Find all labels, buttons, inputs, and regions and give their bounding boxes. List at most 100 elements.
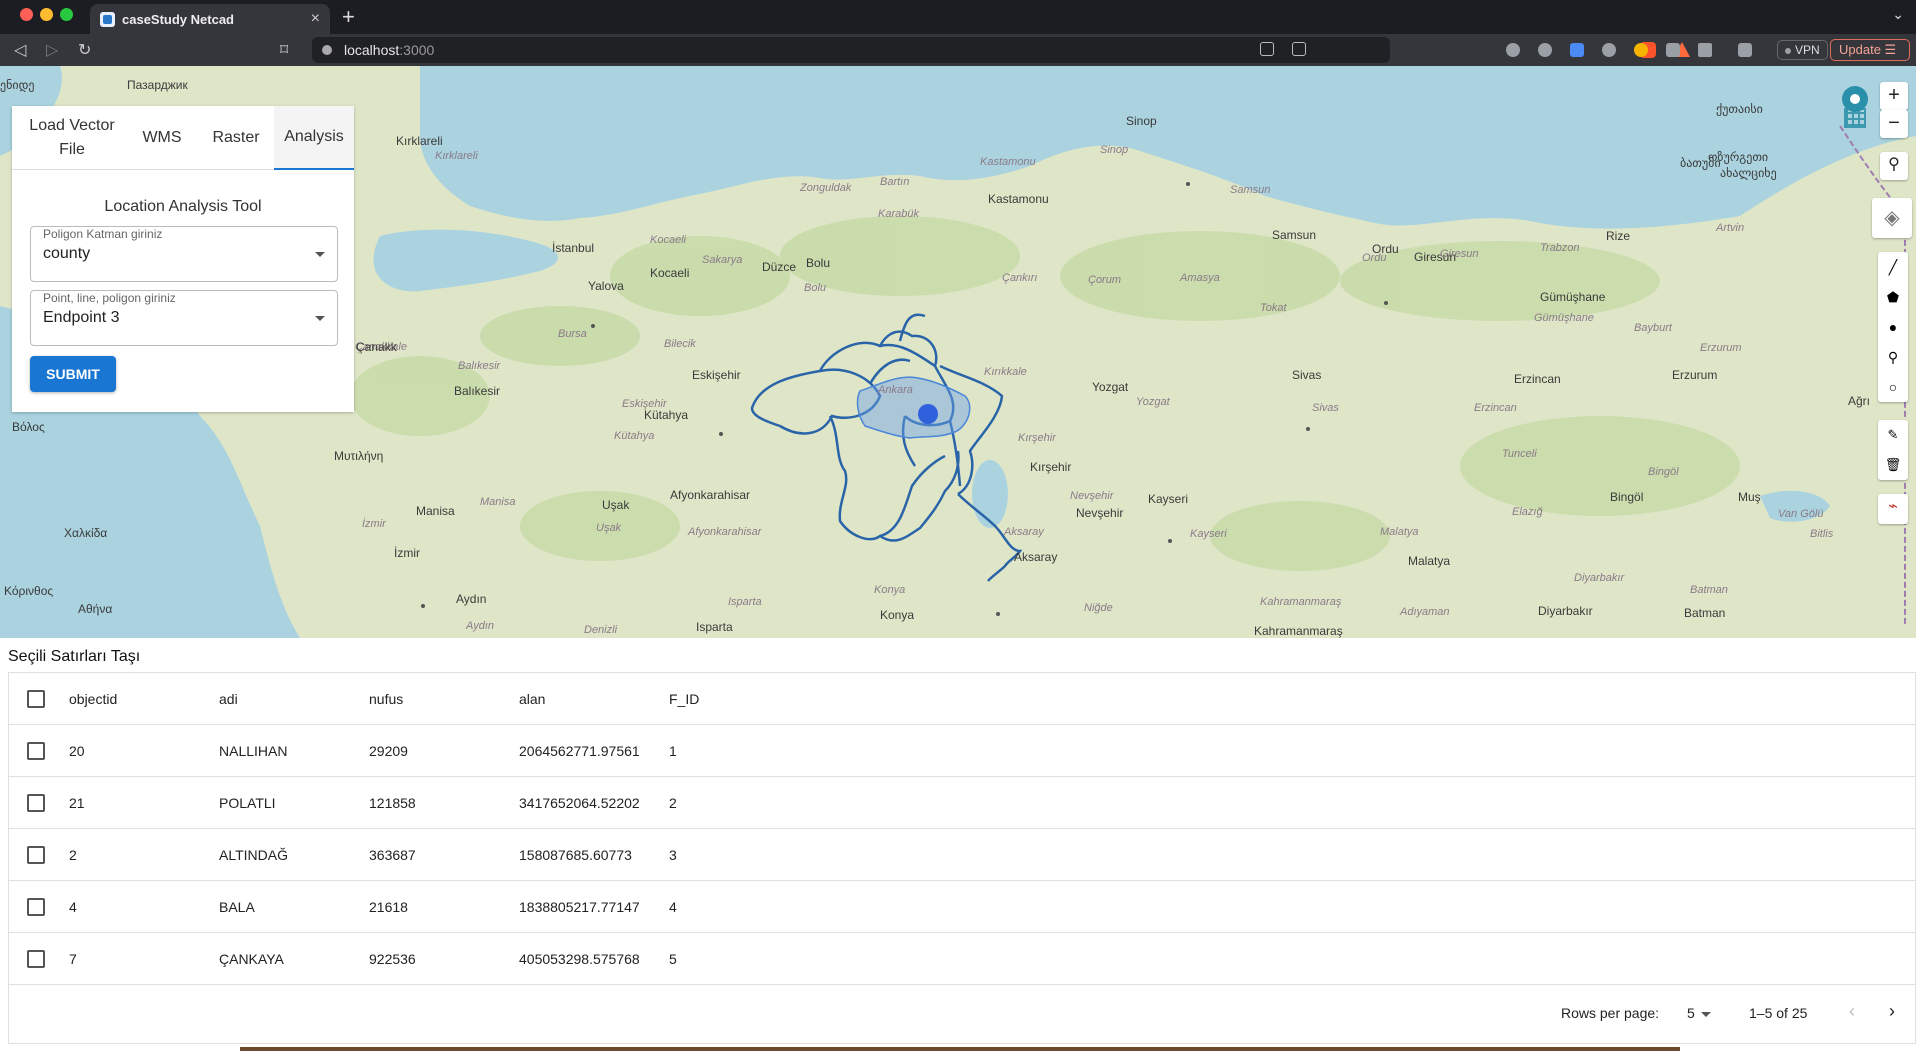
draw-polygon-icon[interactable]: ⬟ [1878,282,1908,312]
vpn-button[interactable]: VPN [1777,40,1828,60]
minimize-window-button[interactable] [40,8,53,21]
select-all-checkbox[interactable] [27,690,45,708]
submit-button[interactable]: SUBMIT [30,356,116,392]
draw-marker-icon[interactable]: ⚲ [1878,342,1908,372]
draw-line-icon[interactable]: ╱ [1878,252,1908,282]
search-icon[interactable]: ⚲ [1880,152,1908,180]
column-header[interactable]: objectid [69,691,117,707]
reload-button[interactable]: ↻ [78,40,91,60]
zoom-in-button[interactable]: + [1880,82,1908,110]
cell-fid: 5 [669,951,677,967]
layers-icon[interactable]: ◈ [1872,198,1912,238]
cell-fid: 3 [669,847,677,863]
draw-toolbar: ╱ ⬟ ● ⚲ ○ [1878,252,1908,402]
cell-adi: NALLIHAN [219,743,288,759]
tab-raster[interactable]: Raster [206,106,266,170]
cell-objectid: 2 [69,847,77,863]
site-info-icon[interactable] [322,45,332,55]
measure-icon[interactable]: ⌁ [1878,494,1908,524]
map-label: Erzurum [1672,368,1718,382]
puzzle-icon[interactable] [1666,43,1680,57]
map-label: Bingöl [1610,490,1644,504]
table-header-row: objectid adi nufus alan F_ID [9,673,1915,725]
zoom-out-button[interactable]: − [1880,110,1908,138]
row-checkbox[interactable] [27,898,45,916]
close-tab-icon[interactable]: × [311,10,320,28]
map-label: İstanbul [552,241,595,255]
column-header[interactable]: adi [219,691,238,707]
tab-load-vector-file[interactable]: Load Vector File [22,106,122,170]
table-row[interactable]: 20 NALLIHAN 29209 2064562771.97561 1 [9,725,1915,777]
table-row[interactable]: 4 BALA 21618 1838805217.77147 4 [9,881,1915,933]
table-row[interactable]: 21 POLATLI 121858 3417652064.52202 2 [9,777,1915,829]
url-text: localhost:3000 [344,42,435,58]
row-checkbox[interactable] [27,846,45,864]
row-checkbox[interactable] [27,794,45,812]
map-label: Kahramanmaraş [1260,596,1342,608]
wallet-icon[interactable] [1738,43,1752,57]
map-label: ენიდე [0,78,35,92]
grid-icon[interactable] [1844,108,1866,128]
map-label: Yalova [588,279,624,293]
new-tab-button[interactable]: + [342,4,355,30]
data-table: objectid adi nufus alan F_ID 20 NALLIHAN… [8,672,1916,1044]
row-checkbox[interactable] [27,742,45,760]
browser-tab[interactable]: caseStudy Netcad × [90,4,330,34]
extension-icon[interactable] [1538,43,1552,57]
map-label: Aksaray [1014,550,1058,564]
column-header[interactable]: alan [519,691,545,707]
draw-circle-icon[interactable]: ○ [1878,372,1908,402]
geometry-select[interactable]: Point, line, poligon giriniz Endpoint 3 [30,290,338,346]
table-row[interactable]: 2 ALTINDAĞ 363687 158087685.60773 3 [9,829,1915,881]
pagination-range: 1–5 of 25 [1749,1005,1808,1021]
favicon-icon [100,12,115,27]
map-label: Niğde [1084,602,1113,614]
row-checkbox[interactable] [27,950,45,968]
forward-button[interactable]: ▷ [46,40,58,60]
update-button[interactable]: Update ☰ [1830,39,1910,61]
next-page-button[interactable]: › [1889,1001,1895,1022]
map-label: Samsun [1272,228,1317,242]
column-header[interactable]: nufus [369,691,403,707]
sidebar-icon[interactable] [1698,43,1712,57]
delete-icon[interactable]: 🗑 [1878,450,1908,480]
extension-icon[interactable] [1634,43,1648,57]
draw-circle-marker-icon[interactable]: ● [1878,312,1908,342]
geometry-label: Point, line, poligon giriniz [43,291,176,305]
map-label: Bartın [880,176,910,188]
cell-nufus: 363687 [369,847,416,863]
share-icon[interactable] [1292,42,1306,56]
back-button[interactable]: ◁ [14,40,26,60]
map-label: Yozgat [1136,396,1170,408]
tab-analysis[interactable]: Analysis [274,106,354,170]
chevron-down-icon[interactable] [1701,1012,1711,1017]
close-window-button[interactable] [20,8,33,21]
tab-wms[interactable]: WMS [134,106,190,170]
map-label: Kastamonu [980,156,1036,168]
polygon-layer-select[interactable]: Poligon Katman giriniz county [30,226,338,282]
translate-icon[interactable] [1570,43,1584,57]
cell-fid: 4 [669,899,677,915]
scrollbar[interactable] [240,1047,1680,1051]
map-label: Bursa [558,328,587,340]
rows-per-page-select[interactable]: 5 [1687,1005,1695,1021]
tab-list-chevron-icon[interactable]: ⌄ [1892,6,1904,23]
extension-icon[interactable] [1602,43,1616,57]
map-label: Yozgat [1092,380,1129,394]
table-title[interactable]: Seçili Satırları Taşı [8,648,140,666]
bookmark-icon[interactable]: ⌑ [280,40,288,60]
url-bar[interactable]: localhost:3000 [312,37,1690,63]
column-header[interactable]: F_ID [669,691,699,707]
table-row[interactable]: 7 ÇANKAYA 922536 405053298.575768 5 [9,933,1915,985]
edit-icon[interactable]: ✎ [1878,420,1908,450]
map-label: Gümüşhane [1540,290,1606,304]
maximize-window-button[interactable] [60,8,73,21]
download-icon[interactable] [1260,42,1274,56]
map-label: Erzurum [1700,342,1742,354]
map-label: Sakarya [702,254,743,266]
map-label: Bitlis [1810,528,1834,540]
map-label: Kırşehir [1030,460,1072,474]
extension-icon[interactable] [1506,43,1520,57]
map-label: İzmir [394,546,420,560]
previous-page-button[interactable]: ‹ [1849,1001,1855,1022]
